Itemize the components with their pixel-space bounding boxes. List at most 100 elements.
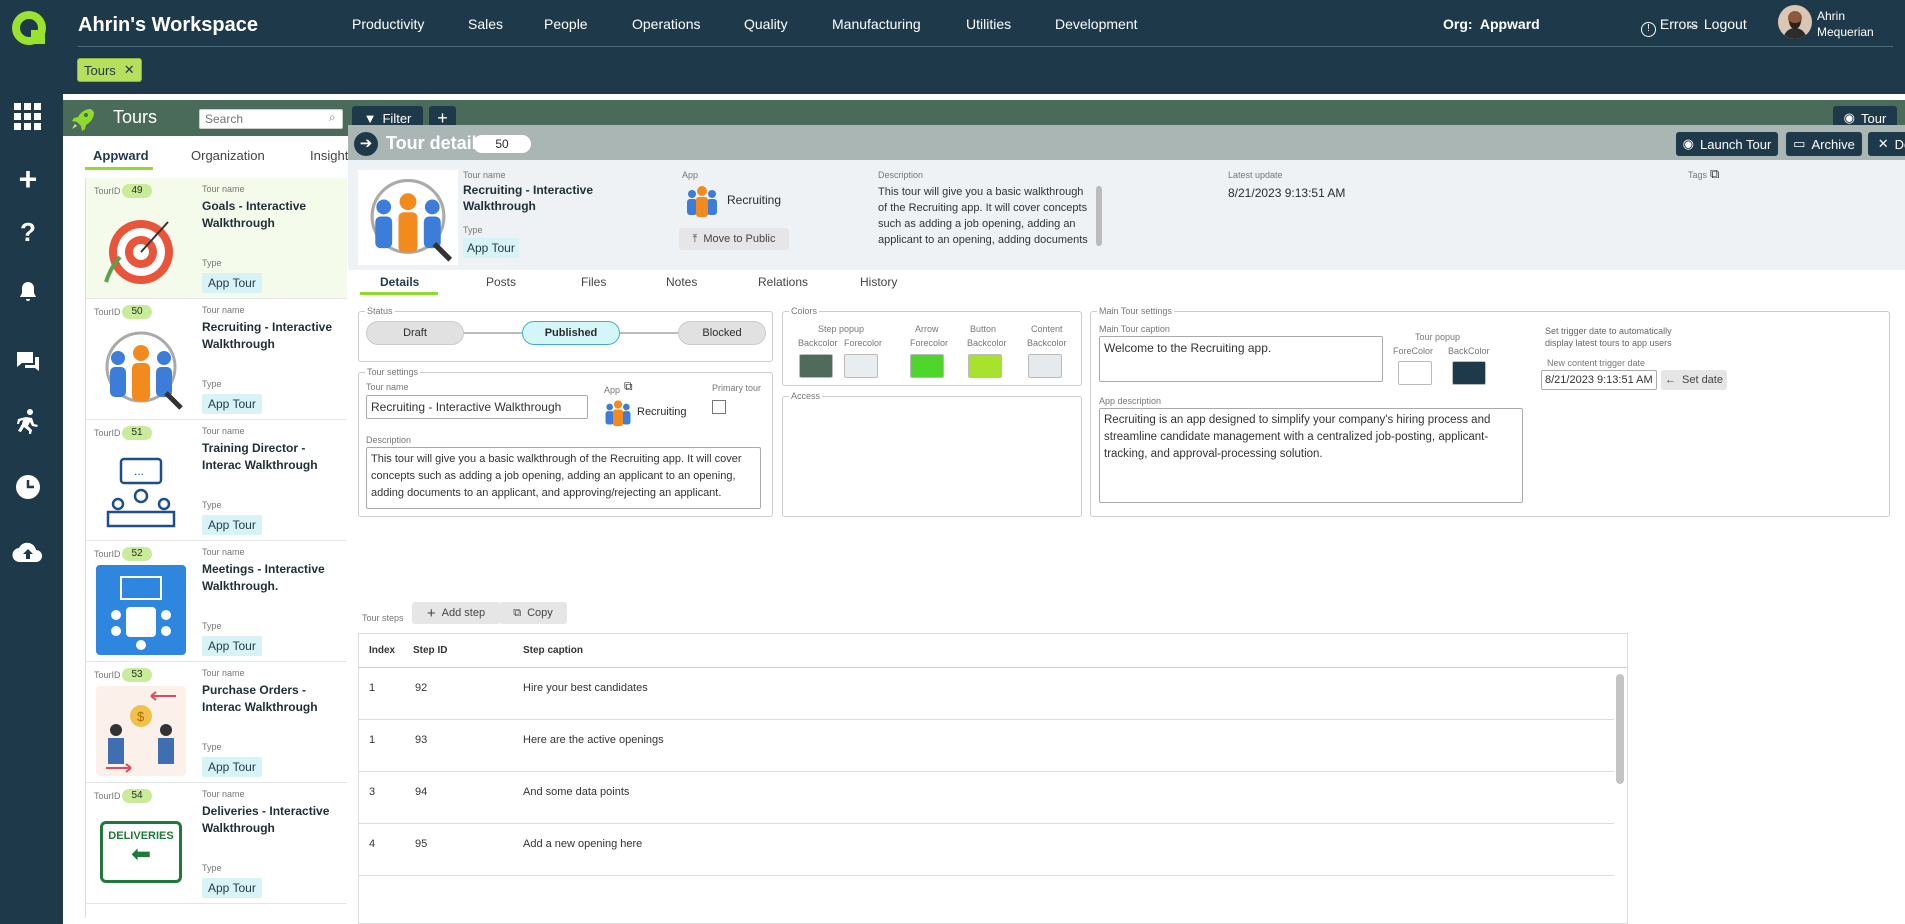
set-date-button[interactable]: ← Set date	[1661, 370, 1727, 390]
user-last-name: Mequerian	[1817, 25, 1874, 39]
status-blocked[interactable]: Blocked	[678, 321, 766, 345]
primary-tour-label: Primary tour	[712, 383, 762, 393]
list-item[interactable]: TourID 49 Tour name Goals - Interactive …	[86, 178, 347, 299]
add-step-label: Add step	[441, 607, 486, 619]
tour-walk-icon[interactable]	[11, 405, 45, 439]
step-backcolor-swatch[interactable]	[799, 354, 833, 378]
details-count: 50	[473, 135, 531, 153]
search-input[interactable]	[199, 109, 343, 129]
add-step-button[interactable]: + Add step	[412, 602, 500, 624]
description-textarea[interactable]: This tour will give you a basic walkthro…	[366, 447, 761, 509]
trigger-date-input[interactable]: 8/21/2023 9:13:51 AM	[1541, 370, 1657, 390]
tab-details[interactable]: Details	[380, 275, 419, 289]
tab-history[interactable]: History	[860, 275, 897, 289]
move-to-public-button[interactable]: ⤒ Move to Public	[679, 228, 789, 250]
apps-grid-icon[interactable]	[11, 100, 45, 134]
app-description-textarea[interactable]: Recruiting is an app designed to simplif…	[1099, 408, 1523, 503]
copy-button[interactable]: ⧉ Copy	[499, 602, 567, 624]
nav-manufacturing[interactable]: Manufacturing	[832, 16, 921, 32]
tags-label: Tags	[1688, 170, 1708, 180]
nav-quality[interactable]: Quality	[744, 16, 788, 32]
search-icon[interactable]: ⌕	[329, 110, 336, 125]
add-icon[interactable]: +	[11, 161, 45, 197]
status-draft[interactable]: Draft	[366, 321, 464, 345]
nav-operations[interactable]: Operations	[632, 16, 700, 32]
filter-icon: ▼	[363, 110, 377, 126]
tab-appward[interactable]: Appward	[93, 148, 149, 163]
type-label: Type	[202, 379, 222, 389]
step-forecolor-swatch[interactable]	[844, 354, 878, 378]
settings-app-name: Recruiting	[637, 406, 687, 418]
popup-backcolor-swatch[interactable]	[1452, 361, 1486, 385]
list-item[interactable]: TourID 52 Tour name Meetings - Interacti…	[86, 541, 347, 662]
table-row[interactable]: 1 92 Hire your best candidates	[359, 668, 1614, 720]
logout-button[interactable]: ← Logout	[1686, 16, 1747, 32]
chat-icon[interactable]	[11, 345, 45, 379]
settings-name-label: Tour name	[366, 382, 409, 392]
cloud-upload-icon[interactable]	[11, 535, 45, 569]
tour-image	[358, 170, 458, 265]
tab-files[interactable]: Files	[581, 275, 606, 289]
arrow-forecolor-label: Forecolor	[910, 338, 949, 348]
tab-posts[interactable]: Posts	[486, 275, 516, 289]
meetings-image	[96, 565, 186, 655]
list-item[interactable]: TourID 54 DELIVERIES ⬅ Tour name Deliver…	[86, 783, 347, 904]
arrow-color-swatch[interactable]	[910, 354, 944, 378]
arrow-left-icon: ⬅	[130, 841, 152, 868]
error-icon: !	[1641, 22, 1656, 37]
clock-icon[interactable]	[11, 470, 45, 504]
tab-organization[interactable]: Organization	[191, 148, 265, 163]
content-backcolor-label: Backcolor	[1027, 338, 1067, 348]
id-badge: 50	[122, 305, 152, 319]
nav-utilities[interactable]: Utilities	[966, 16, 1011, 32]
button-color-swatch[interactable]	[968, 354, 1002, 378]
row-step-id: 93	[415, 734, 428, 746]
id-label: TourID	[94, 307, 121, 317]
external-link-icon[interactable]: ⧉	[1710, 166, 1719, 182]
list-item[interactable]: TourID 53 $ Tour name Purchase Orders - …	[86, 662, 347, 783]
active-tab-indicator	[85, 167, 153, 170]
org-selector[interactable]: Org: Appward	[1443, 16, 1540, 32]
eye-icon: ◉	[1843, 110, 1856, 125]
col-index[interactable]: Index	[369, 645, 395, 656]
table-row[interactable]: 3 94 And some data points	[359, 772, 1614, 824]
close-icon[interactable]: ✕	[124, 62, 135, 78]
delete-button[interactable]: ✕ Delete	[1868, 132, 1905, 156]
external-link-icon[interactable]: ⧉	[624, 379, 633, 394]
primary-tour-checkbox[interactable]	[712, 400, 726, 414]
details-title: Tour details	[386, 133, 487, 153]
col-step-caption[interactable]: Step caption	[523, 645, 583, 656]
tour-name-input[interactable]	[366, 395, 588, 419]
avatar[interactable]	[1778, 5, 1812, 39]
active-tab-indicator	[360, 292, 438, 295]
nav-people[interactable]: People	[544, 16, 588, 32]
button-backcolor-label: Backcolor	[967, 338, 1007, 348]
main-caption-input[interactable]: Welcome to the Recruiting app.	[1099, 336, 1383, 382]
table-row[interactable]: 1 93 Here are the active openings	[359, 720, 1614, 772]
collapse-arrow-icon[interactable]: ➔	[354, 132, 378, 156]
nav-sales[interactable]: Sales	[468, 16, 503, 32]
nav-development[interactable]: Development	[1055, 16, 1138, 32]
type-label: Type	[202, 621, 222, 631]
tab-notes[interactable]: Notes	[666, 275, 697, 289]
nav-productivity[interactable]: Productivity	[352, 16, 424, 32]
launch-tour-button[interactable]: ◉ Launch Tour	[1676, 132, 1778, 156]
popup-forecolor-swatch[interactable]	[1398, 361, 1432, 385]
status-published[interactable]: Published	[522, 321, 620, 345]
archive-button[interactable]: ▭ Archive	[1786, 132, 1862, 156]
col-step-id[interactable]: Step ID	[413, 645, 447, 656]
bell-icon[interactable]	[11, 275, 45, 309]
tours-title: Tours	[113, 107, 158, 127]
content-color-swatch[interactable]	[1028, 354, 1062, 378]
list-item[interactable]: TourID 51 ... Tour name Training Directo…	[86, 420, 347, 541]
scrollbar[interactable]	[1616, 674, 1624, 784]
latest-update-label: Latest update	[1228, 170, 1283, 180]
open-app-chip[interactable]: Tours ✕	[77, 58, 142, 82]
tab-relations[interactable]: Relations	[758, 275, 808, 289]
help-icon[interactable]: ?	[11, 215, 45, 249]
delete-label: Delete	[1894, 136, 1905, 152]
scrollbar[interactable]	[1096, 186, 1102, 246]
table-row[interactable]: 4 95 Add a new opening here	[359, 824, 1614, 876]
appward-logo-icon[interactable]	[9, 8, 49, 48]
list-item[interactable]: TourID 50 Tour name Recruiting - Interac…	[86, 299, 347, 420]
